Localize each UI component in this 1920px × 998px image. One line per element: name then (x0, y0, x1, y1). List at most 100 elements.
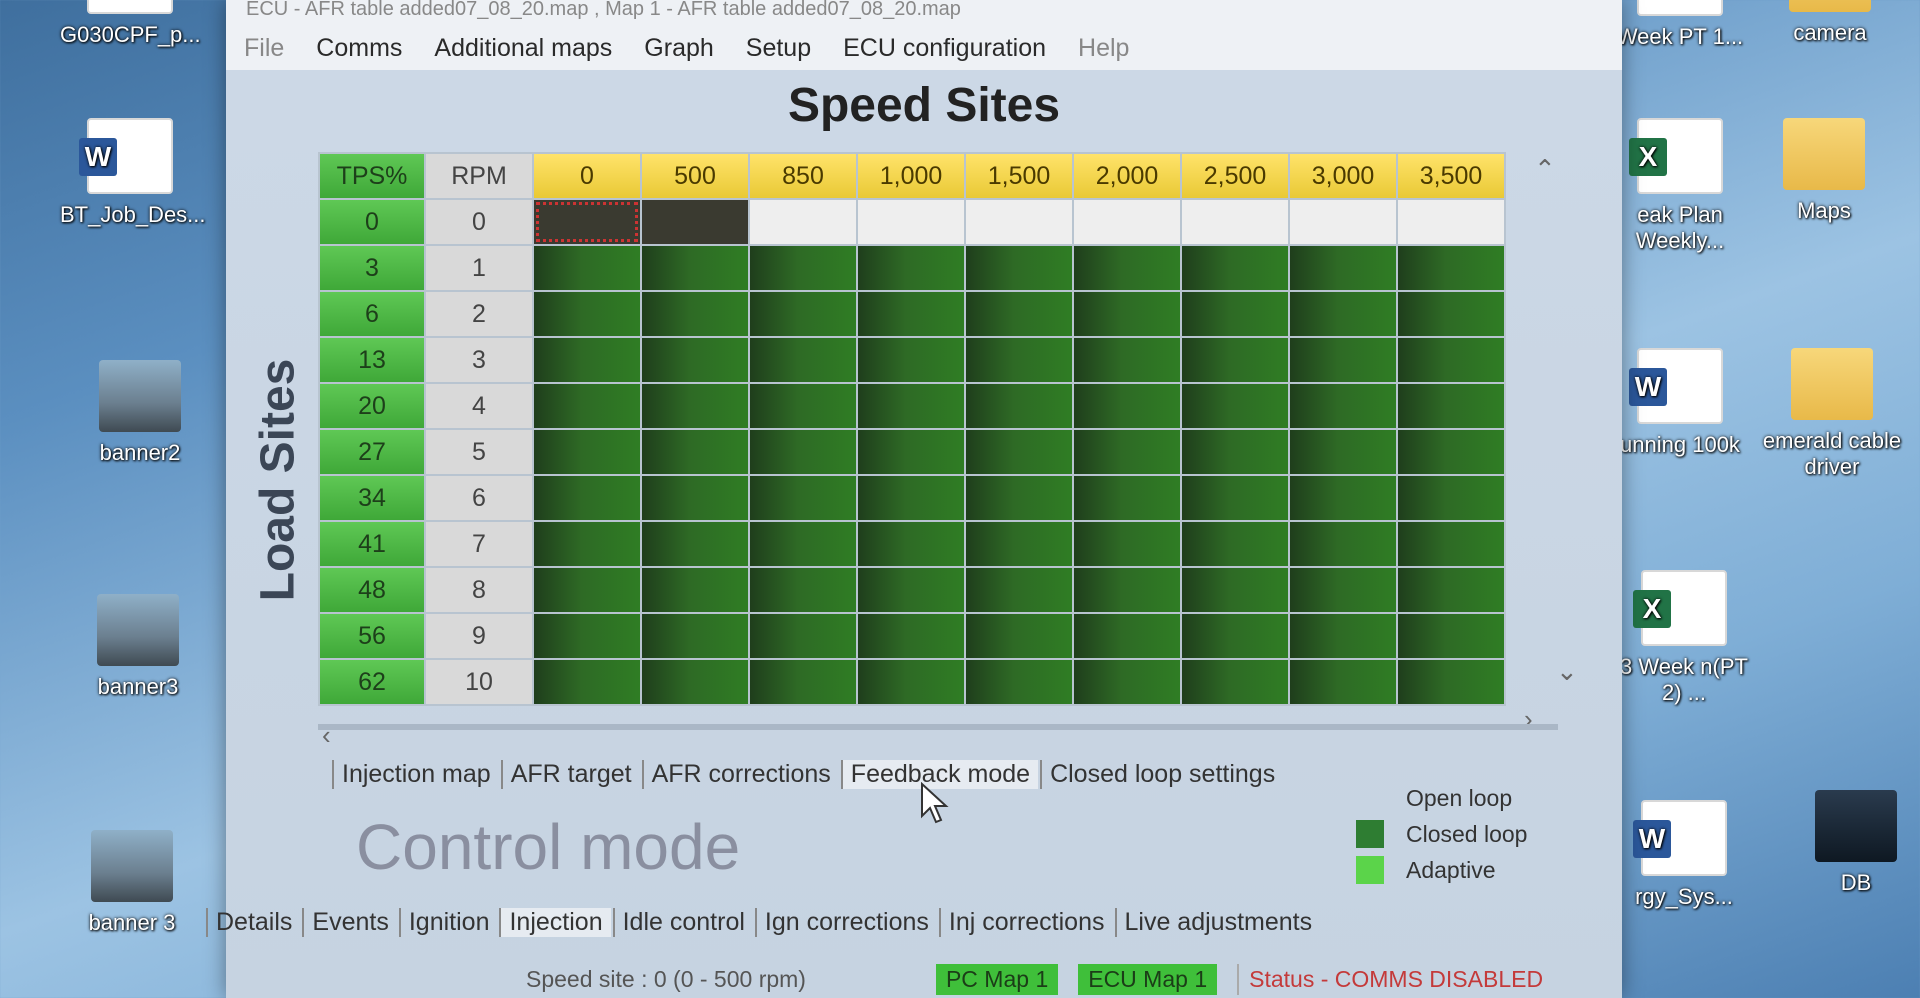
map-cell[interactable] (1288, 198, 1398, 246)
ecu-map-indicator[interactable]: ECU Map 1 (1078, 963, 1218, 995)
map-cell[interactable] (1180, 520, 1290, 568)
map-cell[interactable] (1396, 198, 1506, 246)
map-cell[interactable] (748, 612, 858, 660)
map-cell[interactable] (964, 566, 1074, 614)
map-cell[interactable] (856, 520, 966, 568)
map-cell[interactable] (1288, 244, 1398, 292)
map-cell[interactable] (856, 382, 966, 430)
map-cell[interactable] (964, 336, 1074, 384)
horizontal-scrollbar[interactable] (318, 724, 1558, 730)
map-cell[interactable] (1180, 290, 1290, 338)
menu-additional-maps[interactable]: Additional maps (434, 34, 612, 63)
tab-injection[interactable]: Injection (499, 908, 611, 937)
map-cell[interactable] (532, 244, 642, 292)
desktop-icon[interactable]: unning 100k (1610, 348, 1750, 458)
map-cell[interactable] (1072, 566, 1182, 614)
map-cell[interactable] (532, 520, 642, 568)
map-cell[interactable] (856, 198, 966, 246)
tab-inj-corrections[interactable]: Inj corrections (938, 908, 1113, 937)
map-cell[interactable] (1288, 428, 1398, 476)
menu-setup[interactable]: Setup (746, 34, 811, 63)
desktop-icon[interactable]: eak Plan Weekly... (1610, 118, 1750, 255)
map-cell[interactable] (964, 290, 1074, 338)
map-cell[interactable] (1396, 382, 1506, 430)
menu-comms[interactable]: Comms (316, 34, 402, 63)
scroll-right-icon[interactable]: › (1524, 704, 1533, 735)
map-cell[interactable] (1072, 198, 1182, 246)
map-cell[interactable] (964, 474, 1074, 522)
map-cell[interactable] (1288, 566, 1398, 614)
map-cell[interactable] (1396, 520, 1506, 568)
tab-afr-corrections[interactable]: AFR corrections (641, 760, 839, 789)
map-cell[interactable] (1072, 290, 1182, 338)
map-cell[interactable] (640, 244, 750, 292)
map-cell[interactable] (1072, 244, 1182, 292)
desktop-icon[interactable]: G030CPF_p... (60, 0, 201, 48)
map-cell[interactable] (640, 198, 750, 246)
tab-live-adjustments[interactable]: Live adjustments (1114, 908, 1321, 937)
map-cell[interactable] (1396, 336, 1506, 384)
map-cell[interactable] (640, 382, 750, 430)
tab-details[interactable]: Details (206, 908, 300, 937)
map-cell[interactable] (1180, 382, 1290, 430)
scroll-down-icon[interactable]: ⌄ (1556, 656, 1578, 687)
map-cell[interactable] (1180, 566, 1290, 614)
desktop-icon[interactable]: camera (1760, 0, 1900, 46)
map-cell[interactable] (1288, 336, 1398, 384)
desktop-icon[interactable]: banner3 (68, 594, 208, 700)
desktop-icon[interactable]: rgy_Sys... (1614, 800, 1754, 910)
menu-graph[interactable]: Graph (644, 34, 713, 63)
map-cell[interactable] (1072, 474, 1182, 522)
scroll-up-icon[interactable]: ⌃ (1534, 154, 1556, 185)
map-cell[interactable] (1396, 244, 1506, 292)
map-cell[interactable] (748, 428, 858, 476)
tab-ignition[interactable]: Ignition (398, 908, 498, 937)
map-cell[interactable] (532, 290, 642, 338)
map-cell[interactable] (1396, 428, 1506, 476)
map-cell[interactable] (748, 658, 858, 706)
map-cell[interactable] (964, 428, 1074, 476)
map-cell[interactable] (1396, 658, 1506, 706)
desktop-icon[interactable]: banner 3 (62, 830, 202, 936)
map-cell[interactable] (640, 612, 750, 660)
map-cell[interactable] (1180, 198, 1290, 246)
map-cell[interactable] (748, 474, 858, 522)
map-cell[interactable] (1072, 428, 1182, 476)
map-cell[interactable] (1072, 612, 1182, 660)
map-cell[interactable] (1180, 336, 1290, 384)
map-cell[interactable] (1288, 290, 1398, 338)
tab-events[interactable]: Events (302, 908, 396, 937)
tab-afr-target[interactable]: AFR target (500, 760, 640, 789)
map-cell[interactable] (640, 428, 750, 476)
map-cell[interactable] (532, 336, 642, 384)
menu-file[interactable]: File (244, 34, 284, 63)
map-cell[interactable] (1396, 566, 1506, 614)
map-cell[interactable] (1180, 612, 1290, 660)
map-cell[interactable] (532, 612, 642, 660)
tab-idle-control[interactable]: Idle control (612, 908, 753, 937)
map-cell[interactable] (532, 428, 642, 476)
map-cell[interactable] (748, 566, 858, 614)
map-cell-selected[interactable] (532, 198, 642, 246)
map-cell[interactable] (1396, 290, 1506, 338)
map-cell[interactable] (1180, 658, 1290, 706)
map-cell[interactable] (856, 566, 966, 614)
desktop-icon[interactable]: DB (1786, 790, 1920, 896)
map-cell[interactable] (856, 474, 966, 522)
map-cell[interactable] (640, 520, 750, 568)
map-cell[interactable] (856, 244, 966, 292)
map-cell[interactable] (856, 290, 966, 338)
map-cell[interactable] (748, 244, 858, 292)
desktop-icon[interactable]: 3 Week n(PT 2) ... (1614, 570, 1754, 707)
desktop-icon[interactable]: BT_Job_Des... (60, 118, 206, 228)
map-cell[interactable] (1072, 382, 1182, 430)
menu-ecu-configuration[interactable]: ECU configuration (843, 34, 1046, 63)
map-cell[interactable] (964, 244, 1074, 292)
map-cell[interactable] (1288, 612, 1398, 660)
map-cell[interactable] (748, 336, 858, 384)
map-cell[interactable] (532, 658, 642, 706)
tab-injection-map[interactable]: Injection map (332, 760, 499, 789)
map-cell[interactable] (532, 566, 642, 614)
desktop-icon[interactable]: emerald cable driver (1762, 348, 1902, 481)
map-cell[interactable] (1180, 474, 1290, 522)
